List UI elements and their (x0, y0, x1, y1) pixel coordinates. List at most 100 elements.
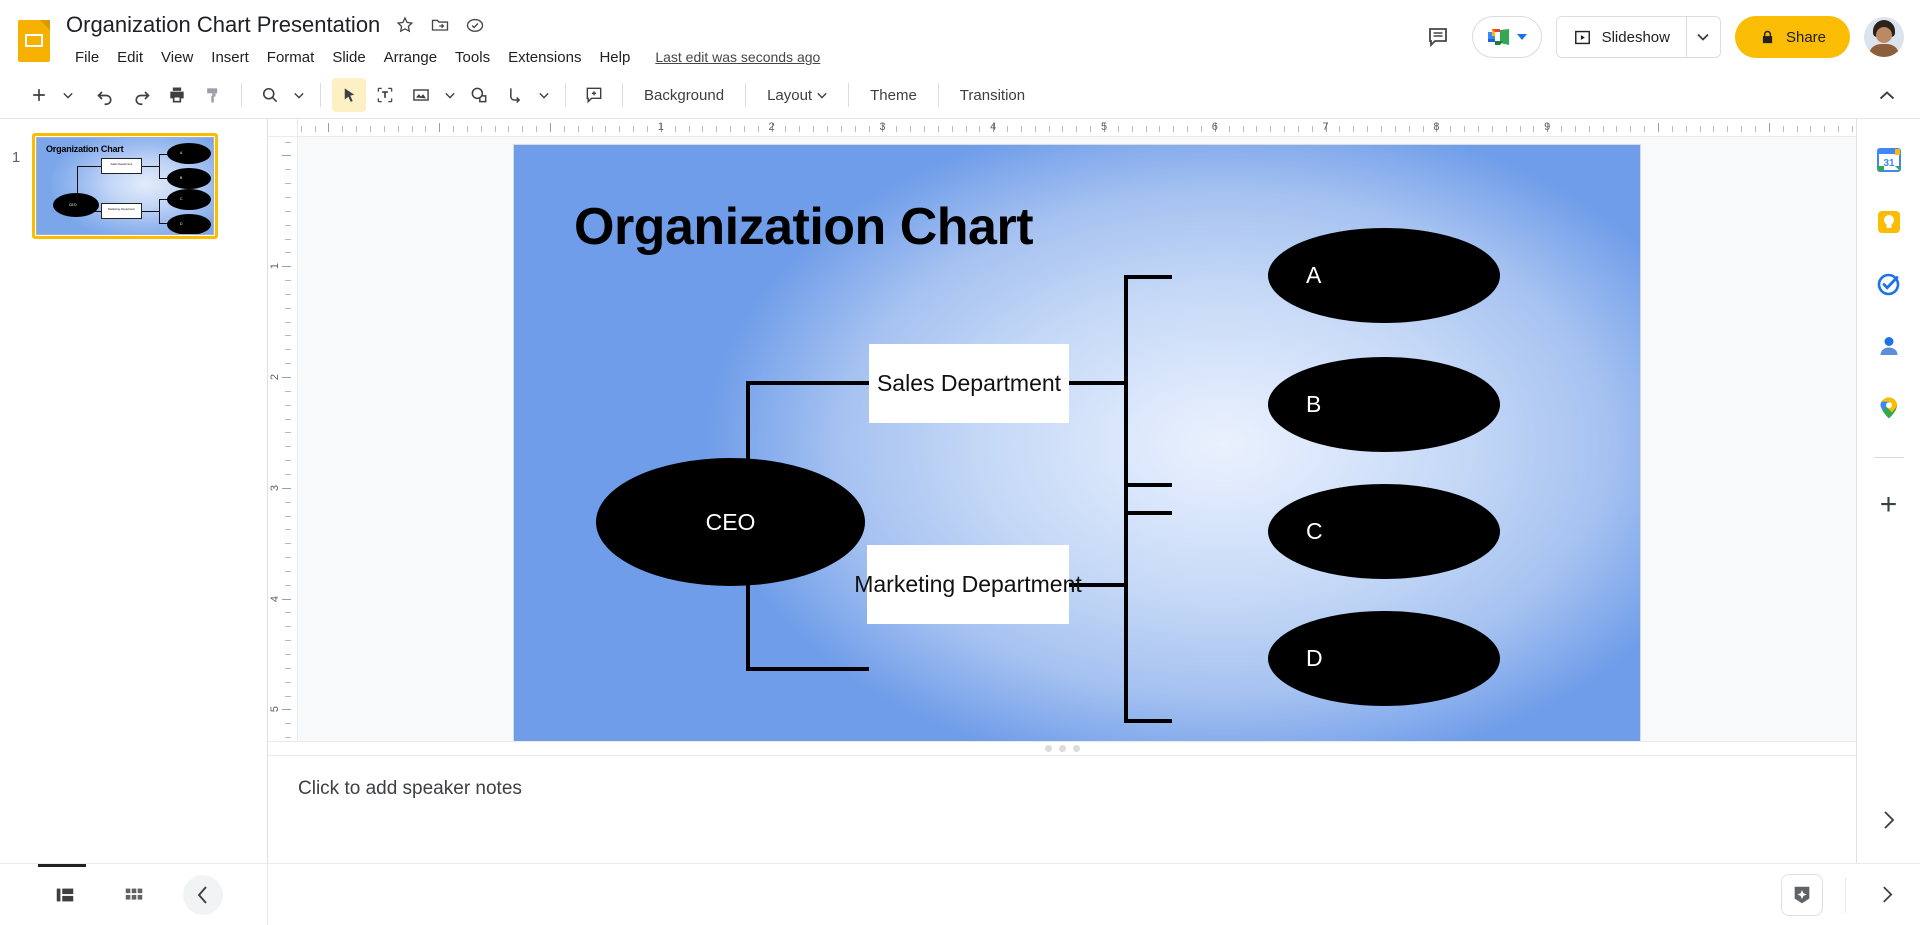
slideshow-group: Slideshow (1555, 16, 1721, 58)
ruler-tick (674, 126, 676, 132)
menu-tools[interactable]: Tools (446, 46, 499, 69)
select-tool-button[interactable] (332, 78, 366, 112)
slideshow-chevron-down-icon[interactable] (1685, 17, 1720, 57)
vertical-ruler[interactable]: 1 2 3 4 5 (268, 137, 298, 741)
print-button[interactable] (160, 78, 194, 112)
node-b[interactable]: B (1268, 357, 1500, 453)
insert-image-button[interactable] (404, 78, 438, 112)
menu-edit[interactable]: Edit (108, 46, 152, 69)
menu-file[interactable]: File (66, 46, 108, 69)
comment-history-icon[interactable] (1418, 17, 1458, 57)
menu-format[interactable]: Format (258, 46, 324, 69)
ruler-tick (868, 126, 870, 132)
collapse-toolbar-button[interactable] (1870, 78, 1904, 112)
ruler-tick (1477, 126, 1479, 132)
ruler-tick (785, 126, 787, 132)
menu-insert[interactable]: Insert (202, 46, 258, 69)
slideshow-button[interactable]: Slideshow (1556, 17, 1686, 57)
node-c[interactable]: C (1268, 484, 1500, 580)
cloud-check-icon[interactable] (463, 13, 487, 37)
google-meet-button[interactable] (1471, 16, 1542, 58)
layout-button[interactable]: Layout (757, 81, 837, 110)
speaker-notes-placeholder[interactable]: Click to add speaker notes (298, 778, 1856, 800)
ruler-tick (910, 126, 912, 132)
transition-button[interactable]: Transition (950, 81, 1035, 110)
connector-sales-b (1124, 511, 1172, 516)
ruler-tick (591, 126, 593, 132)
notes-resize-handle[interactable] (268, 741, 1856, 755)
line-chevron-down-icon[interactable] (534, 78, 554, 112)
ruler-tick (285, 570, 291, 572)
ruler-tick (1616, 126, 1618, 132)
filmstrip-view-icon (56, 888, 73, 901)
shape-button[interactable] (462, 78, 496, 112)
ruler-tick (1339, 126, 1341, 132)
background-button[interactable]: Background (634, 81, 734, 110)
slide-title-text[interactable]: Organization Chart (574, 197, 1034, 257)
add-ons-plus-icon[interactable]: + (1872, 488, 1906, 522)
account-avatar[interactable] (1864, 17, 1904, 57)
menu-help[interactable]: Help (590, 46, 639, 69)
theme-button[interactable]: Theme (860, 81, 927, 110)
slide-stage[interactable]: Organization Chart Sales Department Mark… (298, 137, 1856, 741)
paint-format-button[interactable] (196, 78, 230, 112)
list-item[interactable]: 1 Organization Chart Sales Department Ma… (0, 129, 267, 243)
ruler-tick (799, 126, 801, 132)
speaker-notes-pane[interactable]: Click to add speaker notes (268, 755, 1856, 863)
ruler-tick (1020, 126, 1022, 132)
filmstrip-view-button[interactable] (45, 875, 85, 915)
menu-slide[interactable]: Slide (323, 46, 374, 69)
thumb-node-c: C (167, 189, 211, 210)
zoom-button[interactable] (253, 78, 287, 112)
horizontal-ruler[interactable]: 1 2 3 4 5 6 7 8 9 (268, 119, 1856, 138)
add-comment-icon[interactable] (577, 78, 611, 112)
ruler-tick (813, 126, 815, 132)
ruler-tick (1284, 126, 1286, 132)
google-calendar-icon[interactable]: 31 (1872, 143, 1906, 177)
ruler-tick (1658, 123, 1659, 132)
node-d[interactable]: D (1268, 611, 1500, 707)
node-sales-department[interactable]: Sales Department (869, 344, 1069, 424)
horizontal-ruler-track[interactable]: 1 2 3 4 5 6 7 8 9 (298, 119, 1856, 136)
menu-extensions[interactable]: Extensions (499, 46, 590, 69)
canvas-row: 12345 Organization Chart Sales Departmen… (268, 137, 1856, 741)
google-maps-icon[interactable] (1872, 391, 1906, 425)
ruler-tick (1796, 126, 1798, 132)
meet-chevron-down-icon[interactable] (1516, 34, 1527, 40)
node-a[interactable]: A (1268, 228, 1500, 324)
insert-image-chevron-down-icon[interactable] (440, 78, 460, 112)
expand-bottom-chevron-right-icon[interactable] (1868, 876, 1906, 914)
undo-button[interactable] (88, 78, 122, 112)
google-tasks-icon[interactable] (1872, 267, 1906, 301)
filmstrip-scroll-area[interactable]: 1 Organization Chart Sales Department Ma… (0, 119, 267, 863)
node-ceo[interactable]: CEO (596, 458, 865, 587)
text-box-button[interactable] (368, 78, 402, 112)
ruler-tick (356, 126, 358, 132)
ruler-tick (285, 681, 291, 683)
menu-arrange[interactable]: Arrange (375, 46, 446, 69)
move-to-folder-icon[interactable] (428, 13, 452, 37)
node-marketing-department[interactable]: Marketing Department (854, 545, 1082, 625)
new-slide-button[interactable] (22, 78, 56, 112)
expand-rail-chevron-right-icon[interactable] (1872, 803, 1906, 837)
grid-view-button[interactable] (114, 875, 154, 915)
zoom-chevron-down-icon[interactable] (289, 78, 309, 112)
active-view-indicator (38, 864, 86, 867)
last-edit-status[interactable]: Last edit was seconds ago (655, 49, 820, 65)
line-button[interactable] (498, 78, 532, 112)
ruler-tick (1367, 126, 1369, 132)
google-contacts-icon[interactable] (1872, 329, 1906, 363)
star-icon[interactable] (393, 13, 417, 37)
menu-view[interactable]: View (152, 46, 202, 69)
share-button[interactable]: Share (1734, 16, 1850, 58)
google-keep-icon[interactable] (1872, 205, 1906, 239)
explore-button[interactable] (1781, 873, 1823, 916)
redo-button[interactable] (124, 78, 158, 112)
google-slides-icon[interactable] (14, 18, 54, 64)
ruler-tick (285, 293, 291, 295)
slide-canvas[interactable]: Organization Chart Sales Department Mark… (514, 145, 1640, 741)
slide-thumbnail-1[interactable]: Organization Chart Sales Department Mark… (32, 133, 218, 239)
new-slide-chevron-down-icon[interactable] (58, 78, 78, 112)
collapse-filmstrip-button[interactable] (182, 874, 223, 915)
document-title[interactable]: Organization Chart Presentation (66, 12, 382, 38)
